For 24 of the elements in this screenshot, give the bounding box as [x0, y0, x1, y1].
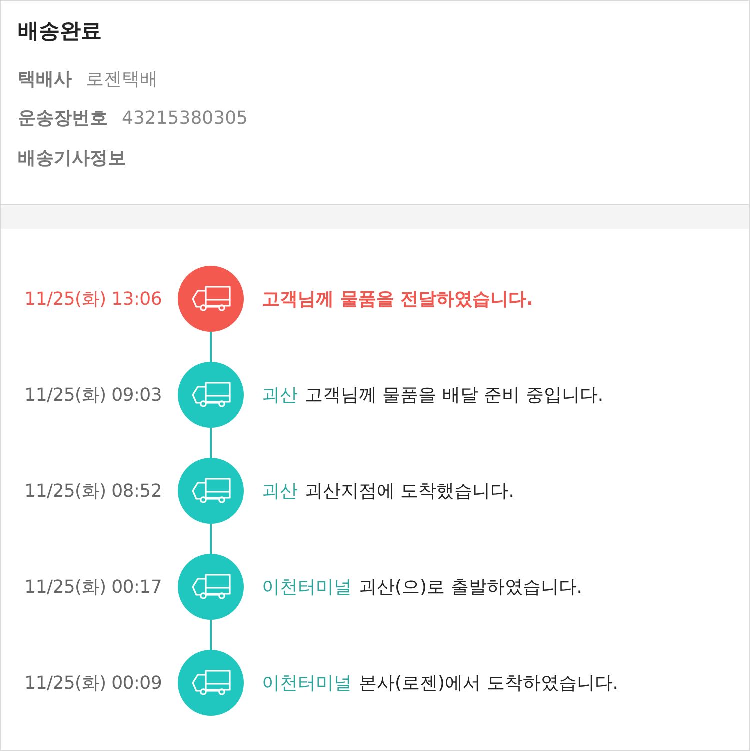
field-label: 운송장번호	[18, 107, 108, 130]
timeline-connector	[210, 620, 212, 650]
status-message: 본사(로젠)에서 도착하였습니다.	[359, 672, 618, 695]
timestamp: 11/25(화) 09:03	[24, 384, 162, 407]
timestamp: 11/25(화) 08:52	[24, 480, 162, 503]
status-message: 고객님께 물품을 배달 준비 중입니다.	[305, 384, 604, 407]
timeline-connector	[210, 524, 212, 554]
status-message: 괴산지점에 도착했습니다.	[305, 480, 514, 503]
timestamp: 11/25(화) 13:06	[24, 288, 162, 311]
field-value: 로젠택배	[86, 68, 158, 91]
delivery-status-title: 배송완료	[18, 18, 103, 45]
status-message: 고객님께 물품을 전달하였습니다.	[262, 288, 534, 311]
field-label: 택배사	[18, 68, 72, 91]
field-label: 배송기사정보	[18, 146, 126, 170]
location-name: 괴산	[262, 384, 298, 407]
status-message: 괴산(으)로 출발하였습니다.	[359, 576, 582, 599]
location-name: 이천터미널	[262, 672, 352, 695]
timeline-connector	[210, 428, 212, 458]
timestamp: 11/25(화) 00:09	[24, 672, 162, 695]
location-name: 괴산	[262, 480, 298, 503]
timeline-connector	[210, 332, 212, 362]
timestamp: 11/25(화) 00:17	[24, 576, 162, 599]
location-name: 이천터미널	[262, 576, 352, 599]
field-value: 43215380305	[122, 108, 248, 129]
